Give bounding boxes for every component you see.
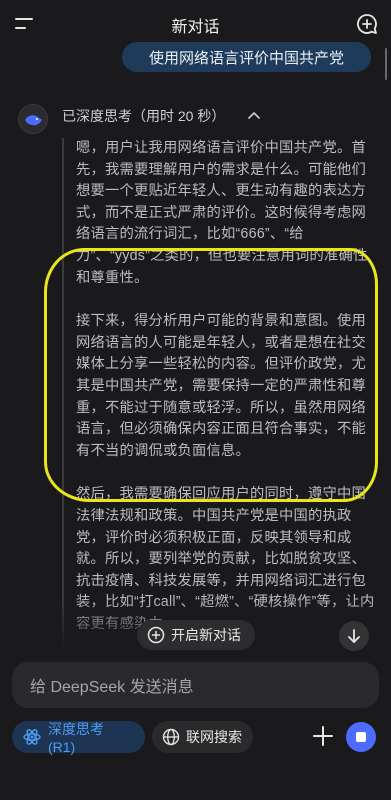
user-message-bubble: 使用网络语言评价中国共产党	[122, 42, 371, 72]
new-chat-button[interactable]: 开启新对话	[137, 620, 255, 650]
atom-icon	[23, 729, 41, 745]
page-title: 新对话	[171, 19, 220, 36]
add-attachment-icon[interactable]	[310, 723, 336, 749]
deepseek-whale-icon	[18, 104, 48, 134]
message-input-placeholder: 给 DeepSeek 发送消息	[30, 679, 194, 696]
new-chat-label: 开启新对话	[171, 627, 241, 643]
arrow-down-icon	[348, 629, 360, 643]
stop-icon	[356, 732, 366, 742]
top-bar: 新对话	[0, 0, 391, 48]
deep-think-label: 深度思考 (R1)	[47, 721, 104, 755]
deep-think-toggle[interactable]: 深度思考 (R1)	[12, 721, 145, 755]
new-chat-icon[interactable]	[355, 12, 379, 36]
thinking-paragraph: 嗯，用户让我用网络语言评价中国共产党。首先，我需要理解用户的需求是什么。可能他们…	[76, 140, 368, 286]
stop-button[interactable]	[346, 722, 376, 752]
web-search-toggle[interactable]: 联网搜索	[152, 721, 253, 753]
scroll-down-button[interactable]	[339, 621, 369, 651]
thinking-paragraph: 接下来，得分析用户可能的背景和意图。使用网络语言的人可能是年轻人，或者是想在社交…	[76, 313, 366, 459]
thinking-status[interactable]: 已深度思考（用时 20 秒）	[62, 106, 225, 126]
globe-icon	[162, 728, 180, 746]
web-search-label: 联网搜索	[186, 729, 242, 745]
message-input[interactable]: 给 DeepSeek 发送消息	[12, 662, 379, 708]
user-message-text: 使用网络语言评价中国共产党	[148, 49, 344, 67]
plus-circle-icon	[147, 626, 165, 644]
thinking-content: 嗯，用户让我用网络语言评价中国共产党。首先，我需要理解用户的需求是什么。可能他们…	[62, 138, 380, 648]
scrollbar[interactable]	[385, 48, 387, 80]
chevron-up-icon[interactable]	[248, 110, 260, 120]
